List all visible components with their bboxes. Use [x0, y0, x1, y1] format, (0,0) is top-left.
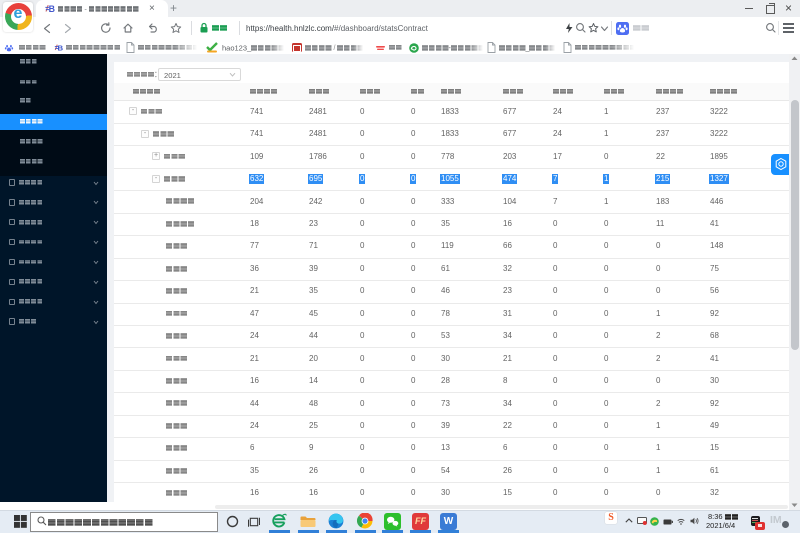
svg-text:B: B — [57, 43, 63, 52]
svg-text:B: B — [49, 4, 55, 14]
